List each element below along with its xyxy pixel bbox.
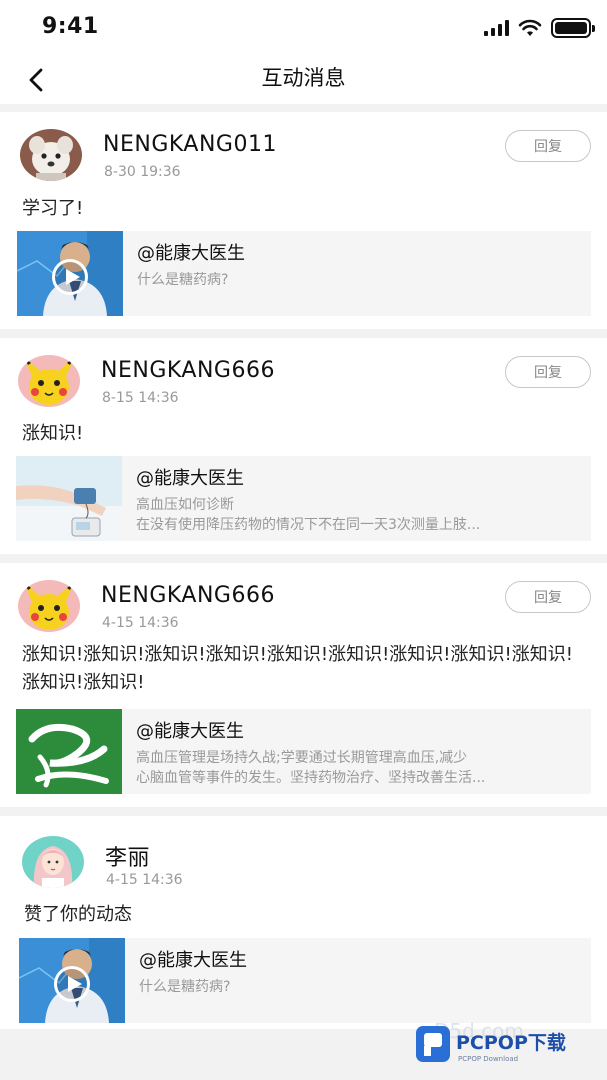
referenced-post-body: @能康大医生 高血压如何诊断 在没有使用降压药物的情况下不在同一天3次测量上肢.… (122, 456, 591, 541)
pikachu-avatar-icon (18, 580, 80, 632)
reply-button[interactable]: 回复 (505, 581, 591, 613)
referenced-text: 高血压管理是场持久战;学要通过长期管理高血压,减少 (136, 750, 468, 766)
comment-text: 涨知识!涨知识!涨知识!涨知识!涨知识!涨知识!涨知识!涨知识!涨知识!涨知识!… (22, 644, 573, 693)
comment-text: 学习了! (22, 198, 84, 219)
avatar[interactable] (18, 580, 80, 632)
reply-button[interactable]: 回复 (505, 130, 591, 162)
referenced-post[interactable]: @能康大医生 什么是糖药病? (19, 938, 591, 1023)
avatar[interactable] (18, 355, 80, 407)
timestamp: 8-30 19:36 (104, 164, 181, 180)
username[interactable]: NENGKANG666 (101, 358, 275, 383)
username[interactable]: 李丽 (105, 840, 150, 872)
status-bar: 9:41 (0, 0, 607, 56)
video-thumbnail (17, 231, 123, 316)
message-card: NENGKANG666 8-15 14:36 回复 涨知识! @能康大医生 高血… (0, 338, 607, 554)
wifi-icon (518, 19, 542, 36)
referenced-text: 什么是糖药病? (137, 272, 229, 288)
comment-text: 赞了你的动态 (24, 904, 132, 925)
comment-text: 涨知识! (22, 423, 84, 444)
referenced-post[interactable]: @能康大医生 高血压如何诊断 在没有使用降压药物的情况下不在同一天3次测量上肢.… (16, 456, 591, 541)
username[interactable]: NENGKANG011 (103, 132, 277, 157)
username[interactable]: NENGKANG666 (101, 583, 275, 608)
timestamp: 4-15 14:36 (106, 872, 183, 888)
blood-pressure-image (16, 456, 122, 541)
battery-icon (551, 18, 595, 38)
svg-text:PCPOP Download: PCPOP Download (458, 1055, 518, 1063)
referenced-author: @能康大医生 (136, 721, 244, 742)
timestamp: 8-15 14:36 (102, 390, 179, 406)
watermark-logo: D5d.com PCPOP下载 PCPOP Download (414, 1018, 604, 1066)
referenced-post[interactable]: @能康大医生 什么是糖药病? (17, 231, 591, 316)
play-icon (52, 259, 88, 295)
article-thumbnail (16, 709, 122, 794)
referenced-post-body: @能康大医生 高血压管理是场持久战;学要通过长期管理高血压,减少 心脑血管等事件… (122, 709, 591, 794)
girl-avatar-icon (22, 836, 84, 888)
referenced-text: 高血压如何诊断 (136, 497, 234, 513)
video-thumbnail (19, 938, 125, 1023)
referenced-text: 心脑血管等事件的发生。坚持药物治疗、坚持改善生活... (136, 770, 486, 786)
referenced-text: 在没有使用降压药物的情况下不在同一天3次测量上肢... (136, 517, 481, 533)
message-card: NENGKANG666 4-15 14:36 回复 涨知识!涨知识!涨知识!涨知… (0, 563, 607, 807)
referenced-text: 什么是糖药病? (139, 979, 231, 995)
avatar[interactable] (20, 129, 82, 181)
page-title: 互动消息 (261, 66, 346, 90)
pikachu-avatar-icon (18, 355, 80, 407)
play-icon (54, 966, 90, 1002)
green-logo-image (16, 709, 122, 794)
referenced-post[interactable]: @能康大医生 高血压管理是场持久战;学要通过长期管理高血压,减少 心脑血管等事件… (16, 709, 591, 794)
timestamp: 4-15 14:36 (102, 615, 179, 631)
referenced-post-body: @能康大医生 什么是糖药病? (123, 231, 591, 316)
message-card: NENGKANG011 8-30 19:36 回复 学习了! @能康大医生 什么… (0, 112, 607, 329)
dog-avatar-icon (20, 129, 82, 181)
svg-text:PCPOP下载: PCPOP下载 (456, 1031, 566, 1054)
pcpop-logo-icon: D5d.com PCPOP下载 PCPOP Download (416, 1019, 566, 1063)
referenced-author: @能康大医生 (139, 950, 247, 971)
status-time: 9:41 (42, 14, 99, 39)
referenced-author: @能康大医生 (136, 468, 244, 489)
avatar[interactable] (22, 836, 84, 888)
reply-button[interactable]: 回复 (505, 356, 591, 388)
cellular-signal-icon (484, 20, 509, 36)
article-thumbnail (16, 456, 122, 541)
message-list: NENGKANG011 8-30 19:36 回复 学习了! @能康大医生 什么… (0, 112, 607, 1038)
status-icons (484, 18, 595, 38)
referenced-post-body: @能康大医生 什么是糖药病? (125, 938, 591, 1023)
referenced-author: @能康大医生 (137, 243, 245, 264)
nav-bar: 互动消息 (0, 56, 607, 104)
message-card: 李丽 4-15 14:36 赞了你的动态 @能康大医生 什么是糖药病? (0, 816, 607, 1029)
